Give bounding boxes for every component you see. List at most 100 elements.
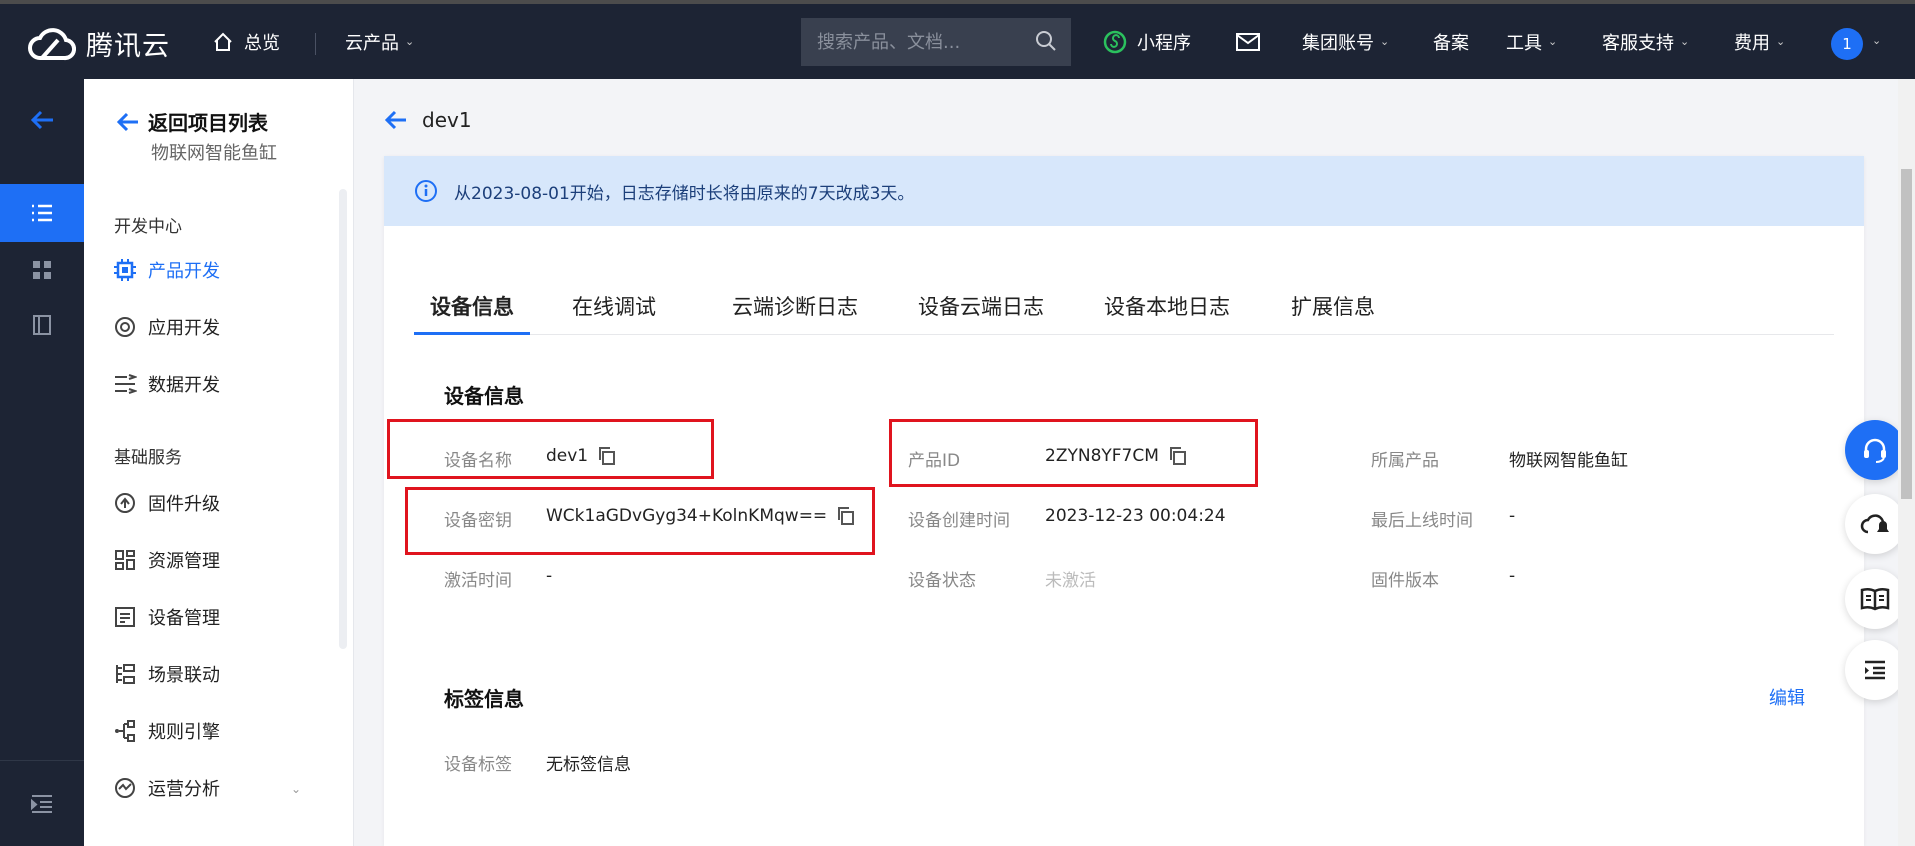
nav-billing-label: 费用 — [1734, 32, 1770, 54]
tab-cloud-diagnosis-log[interactable]: 云端诊断日志 — [716, 291, 874, 335]
device-tag-value: 无标签信息 — [546, 755, 631, 775]
tab-online-debug[interactable]: 在线调试 — [556, 291, 672, 335]
page-header: dev1 — [384, 108, 472, 132]
nav-group-account[interactable]: 集团账号 ⌄ — [1302, 4, 1389, 79]
chevron-down-icon: ⌄ — [1380, 35, 1390, 48]
scrollbar-thumb[interactable] — [1901, 169, 1912, 499]
book-icon — [33, 315, 51, 335]
nav-divider — [315, 33, 316, 55]
sidebar-item-label: 运营分析 — [148, 779, 220, 800]
chevron-down-icon: ⌄ — [405, 35, 415, 48]
firmware-icon — [112, 490, 138, 516]
search-icon[interactable] — [1035, 30, 1057, 52]
chevron-down-icon: ⌄ — [1548, 35, 1558, 48]
chevron-down-icon[interactable]: ⌄ — [291, 782, 301, 796]
nav-support-label: 客服支持 — [1602, 32, 1674, 54]
nav-cloud-products-label: 云产品 — [345, 32, 399, 54]
chip-icon — [112, 257, 138, 283]
last-online-label: 最后上线时间 — [1371, 511, 1473, 531]
sidebar-item-label: 产品开发 — [148, 261, 220, 282]
sidebar-item-label: 资源管理 — [148, 551, 220, 572]
device-info-section-title: 设备信息 — [444, 384, 524, 408]
documentation-button[interactable] — [1845, 569, 1905, 629]
product-value: 物联网智能鱼缸 — [1509, 451, 1628, 471]
user-avatar[interactable]: 1 — [1831, 28, 1863, 60]
product-label: 所属产品 — [1371, 451, 1439, 471]
sidebar-item-devices[interactable]: 设备管理 — [112, 602, 220, 632]
tab-device-info[interactable]: 设备信息 — [414, 291, 530, 335]
sidebar-item-app-dev[interactable]: 应用开发 — [112, 312, 220, 342]
list-icon — [32, 204, 52, 222]
back-to-projects-link[interactable]: 返回项目列表 — [116, 107, 268, 136]
page-scrollbar[interactable] — [1898, 79, 1915, 846]
sidebar-item-analytics[interactable]: 运营分析 — [112, 773, 220, 803]
arrow-left-icon — [30, 110, 53, 130]
project-sidebar: 返回项目列表 物联网智能鱼缸 开发中心 产品开发 应用开发 数据开发 基础服务 … — [84, 79, 354, 846]
group-title-basic-services: 基础服务 — [114, 448, 182, 468]
page-title: dev1 — [422, 108, 472, 132]
nav-cloud-products[interactable]: 云产品 ⌄ — [345, 4, 414, 79]
data-flow-icon — [112, 371, 138, 397]
sidebar-item-label: 数据开发 — [148, 375, 220, 396]
nav-overview[interactable]: 总览 — [212, 4, 280, 79]
created-time-label: 设备创建时间 — [908, 511, 1010, 531]
nav-tools[interactable]: 工具 ⌄ — [1506, 4, 1557, 79]
cloud-alert-button[interactable] — [1845, 494, 1905, 554]
sidebar-item-rules[interactable]: 规则引擎 — [112, 716, 220, 746]
firmware-version-value: - — [1509, 566, 1516, 586]
nav-billing[interactable]: 费用 ⌄ — [1734, 4, 1785, 79]
headset-icon — [1864, 438, 1886, 463]
customer-service-button[interactable] — [1845, 420, 1905, 480]
arrow-left-icon — [116, 112, 138, 131]
nav-support[interactable]: 客服支持 ⌄ — [1602, 4, 1689, 79]
rail-list-button[interactable] — [0, 184, 84, 242]
cloud-logo-icon — [28, 27, 76, 60]
app-icon — [112, 314, 138, 340]
rail-dashboard-button[interactable] — [0, 241, 84, 299]
sidebar-item-data-dev[interactable]: 数据开发 — [112, 369, 220, 399]
tab-device-local-log[interactable]: 设备本地日志 — [1088, 291, 1246, 335]
nav-filing[interactable]: 备案 — [1433, 4, 1469, 79]
sidebar-item-resources[interactable]: 资源管理 — [112, 545, 220, 575]
device-detail-card: 从2023-08-01开始，日志存储时长将由原来的7天改成3天。 设备信息 在线… — [384, 156, 1864, 846]
sidebar-item-label: 规则引擎 — [148, 722, 220, 743]
search-box[interactable] — [801, 18, 1071, 66]
nav-mini-program-label: 小程序 — [1137, 32, 1191, 54]
nav-group-account-label: 集团账号 — [1302, 32, 1374, 54]
analytics-icon — [112, 775, 138, 801]
nav-messages[interactable] — [1235, 4, 1261, 79]
chevron-down-icon[interactable]: ⌄ — [1872, 34, 1881, 47]
top-navbar: 腾讯云 总览 云产品 ⌄ 小程序 集团账号 ⌄ 备案 工具 ⌄ 客服支持 ⌄ 费用 ⌄ 1… — [0, 0, 1915, 79]
highlight-box-device-key — [405, 487, 875, 555]
rail-back-button[interactable] — [0, 91, 84, 149]
search-input[interactable] — [817, 31, 1027, 53]
nav-mini-program[interactable]: 小程序 — [1103, 4, 1191, 79]
sidebar-item-scenes[interactable]: 场景联动 — [112, 659, 220, 689]
nav-overview-label: 总览 — [244, 32, 280, 54]
sidebar-item-label: 设备管理 — [148, 608, 220, 629]
nav-filing-label: 备案 — [1433, 32, 1469, 54]
sidebar-scrollbar[interactable] — [339, 189, 347, 649]
brand-logo[interactable]: 腾讯云 — [28, 24, 170, 63]
activated-time-value: - — [546, 566, 553, 586]
firmware-version-label: 固件版本 — [1371, 571, 1439, 591]
scene-icon — [112, 661, 138, 687]
last-online-value: - — [1509, 506, 1516, 526]
edit-tags-link[interactable]: 编辑 — [1769, 684, 1805, 710]
sidebar-item-label: 应用开发 — [148, 318, 220, 339]
project-name: 物联网智能鱼缸 — [151, 143, 277, 164]
tab-device-cloud-log[interactable]: 设备云端日志 — [902, 291, 1060, 335]
tab-extended-info[interactable]: 扩展信息 — [1275, 291, 1391, 335]
arrow-left-icon[interactable] — [384, 109, 408, 131]
rail-collapse-button[interactable] — [0, 760, 84, 846]
mini-program-icon — [1103, 30, 1127, 53]
sidebar-item-firmware[interactable]: 固件升级 — [112, 488, 220, 518]
device-status-value: 未激活 — [1045, 571, 1096, 591]
expand-menu-button[interactable] — [1845, 640, 1905, 700]
rail-docs-button[interactable] — [0, 296, 84, 354]
group-title-dev-center: 开发中心 — [114, 217, 182, 237]
chevron-down-icon: ⌄ — [1776, 35, 1786, 48]
sidebar-item-label: 固件升级 — [148, 494, 220, 515]
sidebar-item-product-dev[interactable]: 产品开发 — [112, 255, 220, 285]
mail-icon — [1236, 32, 1260, 51]
